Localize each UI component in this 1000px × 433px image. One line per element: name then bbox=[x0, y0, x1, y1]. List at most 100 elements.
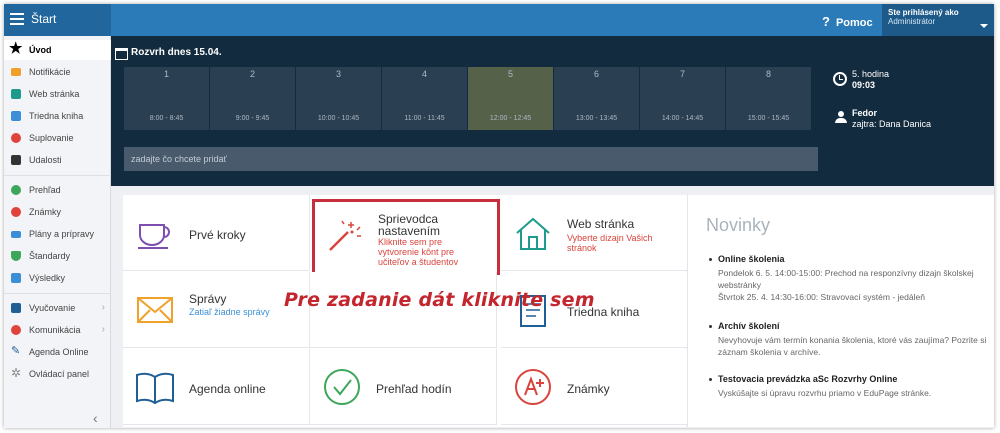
caret-down-icon[interactable] bbox=[980, 24, 988, 28]
quick-add-input[interactable] bbox=[124, 147, 818, 171]
help-button[interactable]: ? Pomoc bbox=[822, 14, 873, 29]
sidebar-item-triedna-kniha[interactable]: Triedna kniha bbox=[4, 106, 111, 126]
sidebar-item-label: Výsledky bbox=[29, 273, 66, 283]
tile-label: Agenda online bbox=[189, 382, 266, 396]
check-circle-icon bbox=[324, 369, 360, 405]
tile-first-steps[interactable]: Prvé kroky bbox=[123, 195, 310, 271]
news-item-title[interactable]: Online školenia bbox=[708, 254, 988, 264]
sidebar-item-vyucovanie[interactable]: Vyučovanie › bbox=[4, 298, 111, 318]
tile-setup-wizard[interactable]: Sprievodca nastavením Kliknite sem pre v… bbox=[312, 199, 500, 275]
news-item: Testovacia prevádzka aSc Rozvrhy Online … bbox=[708, 374, 988, 399]
start-label[interactable]: Štart bbox=[31, 12, 56, 26]
cup-icon bbox=[138, 224, 170, 249]
sidebar-divider bbox=[4, 293, 111, 294]
sidebar-item-komunikacia[interactable]: Komunikácia › bbox=[4, 320, 111, 340]
period-cell[interactable]: 7 14:00 - 14:45 bbox=[640, 67, 725, 130]
sidebar-item-label: Notifikácie bbox=[29, 67, 71, 77]
tile-label: Prvé kroky bbox=[189, 228, 246, 242]
tomorrow-substitute: zajtra: Dana Danica bbox=[852, 119, 932, 129]
grade-a-plus-icon bbox=[515, 369, 551, 405]
collapse-sidebar-icon[interactable]: ‹ bbox=[93, 410, 98, 426]
period-cell[interactable]: 6 13:00 - 13:45 bbox=[554, 67, 639, 130]
sidebar-item-uvod[interactable]: ★ Úvod bbox=[4, 40, 111, 60]
user-title: Ste prihlásený ako bbox=[888, 8, 959, 17]
sidebar-item-web[interactable]: Web stránka bbox=[4, 84, 111, 104]
sidebar-item-standardy[interactable]: Štandardy bbox=[4, 246, 111, 266]
period-number: 6 bbox=[593, 69, 599, 79]
envelope-icon bbox=[137, 297, 173, 323]
sidebar-item-label: Suplovanie bbox=[29, 133, 74, 143]
sidebar-item-suplovanie[interactable]: Suplovanie bbox=[4, 128, 111, 148]
book-icon bbox=[11, 111, 21, 121]
sidebar-item-label: Prehľad bbox=[29, 185, 61, 195]
sidebar-item-label: Plány a prípravy bbox=[29, 229, 95, 239]
chart-icon bbox=[11, 273, 21, 283]
period-cell-current[interactable]: 5 12:00 - 12:45 bbox=[468, 67, 553, 130]
start-menu[interactable]: Štart bbox=[4, 4, 111, 36]
magic-wand-icon bbox=[329, 220, 361, 251]
star-icon: ★ bbox=[9, 40, 23, 57]
help-label[interactable]: Pomoc bbox=[836, 17, 873, 29]
period-cell[interactable]: 4 11:00 - 11:45 bbox=[382, 67, 467, 130]
sidebar-item-label: Komunikácia bbox=[29, 325, 81, 335]
tile-label: Web stránka bbox=[567, 217, 635, 231]
sidebar-item-znamky[interactable]: Známky bbox=[4, 202, 111, 222]
clock-icon bbox=[833, 72, 847, 86]
sidebar-item-agenda[interactable]: ✎ Agenda Online bbox=[4, 342, 111, 362]
chat-icon bbox=[11, 325, 21, 335]
period-number: 2 bbox=[249, 69, 255, 79]
tiles-grid: Prvé kroky Sprievodca nastavením Kliknit… bbox=[123, 195, 688, 427]
timetable-panel: Rozvrh dnes 15.04. 1 8:00 - 8:45 2 9:00 - … bbox=[111, 36, 994, 186]
sidebar-item-label: Známky bbox=[29, 207, 62, 217]
period-time: 10:00 - 10:45 bbox=[317, 115, 360, 122]
tile-label: Sprievodca nastavením bbox=[378, 212, 441, 238]
news-item-title[interactable]: Testovacia prevádzka aSc Rozvrhy Online bbox=[708, 374, 988, 384]
period-time: 14:00 - 14:45 bbox=[661, 115, 704, 122]
period-cell[interactable]: 2 9:00 - 9:45 bbox=[210, 67, 295, 130]
news-item-body: Vyskúšajte si úpravu rozvrhu priamo v Ed… bbox=[718, 388, 932, 398]
period-cell[interactable]: 8 15:00 - 15:45 bbox=[726, 67, 811, 130]
period-number: 4 bbox=[421, 69, 427, 79]
sidebar-divider bbox=[4, 175, 111, 176]
period-time: 8:00 - 8:45 bbox=[149, 115, 184, 122]
user-role: Administrátor bbox=[888, 17, 936, 26]
sidebar-item-udalosti[interactable]: Udalosti bbox=[4, 150, 111, 170]
period-time: 11:00 - 11:45 bbox=[404, 115, 445, 122]
tile-label: Správy bbox=[189, 292, 227, 306]
sidebar-item-prehlad[interactable]: Prehľad bbox=[4, 180, 111, 200]
briefcase-icon bbox=[11, 303, 21, 313]
teacher-name: Fedor bbox=[852, 108, 878, 118]
period-time: 15:00 - 15:45 bbox=[747, 115, 790, 122]
tile-hours[interactable]: Prehľad hodín bbox=[310, 349, 497, 425]
sidebar-item-vysledky[interactable]: Výsledky bbox=[4, 268, 111, 288]
calendar-icon bbox=[115, 48, 128, 60]
tile-agenda[interactable]: Agenda online bbox=[123, 349, 310, 425]
tile-web[interactable]: Web stránka Vyberte dizajn Vašich stráno… bbox=[501, 195, 688, 271]
open-book-icon bbox=[136, 372, 174, 405]
gear-icon: ✲ bbox=[11, 366, 22, 380]
news-panel: Novinky Online školenia Pondelok 6. 5. 1… bbox=[687, 195, 994, 427]
sidebar-item-label: Web stránka bbox=[29, 89, 80, 99]
period-cell[interactable]: 3 10:00 - 10:45 bbox=[296, 67, 381, 130]
hamburger-icon[interactable] bbox=[10, 13, 24, 25]
app-window: Štart ? Pomoc Ste prihlásený ako Administ… bbox=[4, 4, 994, 428]
news-item-title[interactable]: Archív školení bbox=[708, 321, 988, 331]
period-cell[interactable]: 1 8:00 - 8:45 bbox=[124, 67, 209, 130]
question-icon[interactable]: ? bbox=[822, 14, 830, 29]
home-icon bbox=[11, 89, 21, 99]
tile-sublabel: Kliknite sem pre vytvorenie kônt pre uči… bbox=[378, 237, 459, 267]
current-hour: 5. hodina bbox=[852, 69, 890, 79]
sidebar-item-notifikacie[interactable]: Notifikácie bbox=[4, 62, 111, 82]
sidebar-item-plany[interactable]: Plány a prípravy bbox=[4, 224, 111, 244]
tile-sublabel: Vyberte dizajn Vašich stránok bbox=[567, 233, 653, 253]
tile-sublabel: Zatiaľ žiadne správy bbox=[189, 307, 270, 317]
period-time: 13:00 - 13:45 bbox=[575, 115, 618, 122]
sidebar-item-ovladaci-panel[interactable]: ✲ Ovládací panel bbox=[4, 364, 111, 384]
sidebar-item-label: Triedna kniha bbox=[29, 111, 84, 121]
period-number: 8 bbox=[765, 69, 771, 79]
tile-messages[interactable]: Správy Zatiaľ žiadne správy bbox=[123, 272, 310, 348]
user-menu[interactable]: Ste prihlásený ako Administrátor bbox=[882, 4, 994, 36]
tile-grades[interactable]: Známky bbox=[501, 349, 688, 425]
sidebar-item-label: Vyučovanie bbox=[29, 303, 76, 313]
sidebar: ★ Úvod Notifikácie Web stránka Triedna k… bbox=[4, 36, 111, 428]
